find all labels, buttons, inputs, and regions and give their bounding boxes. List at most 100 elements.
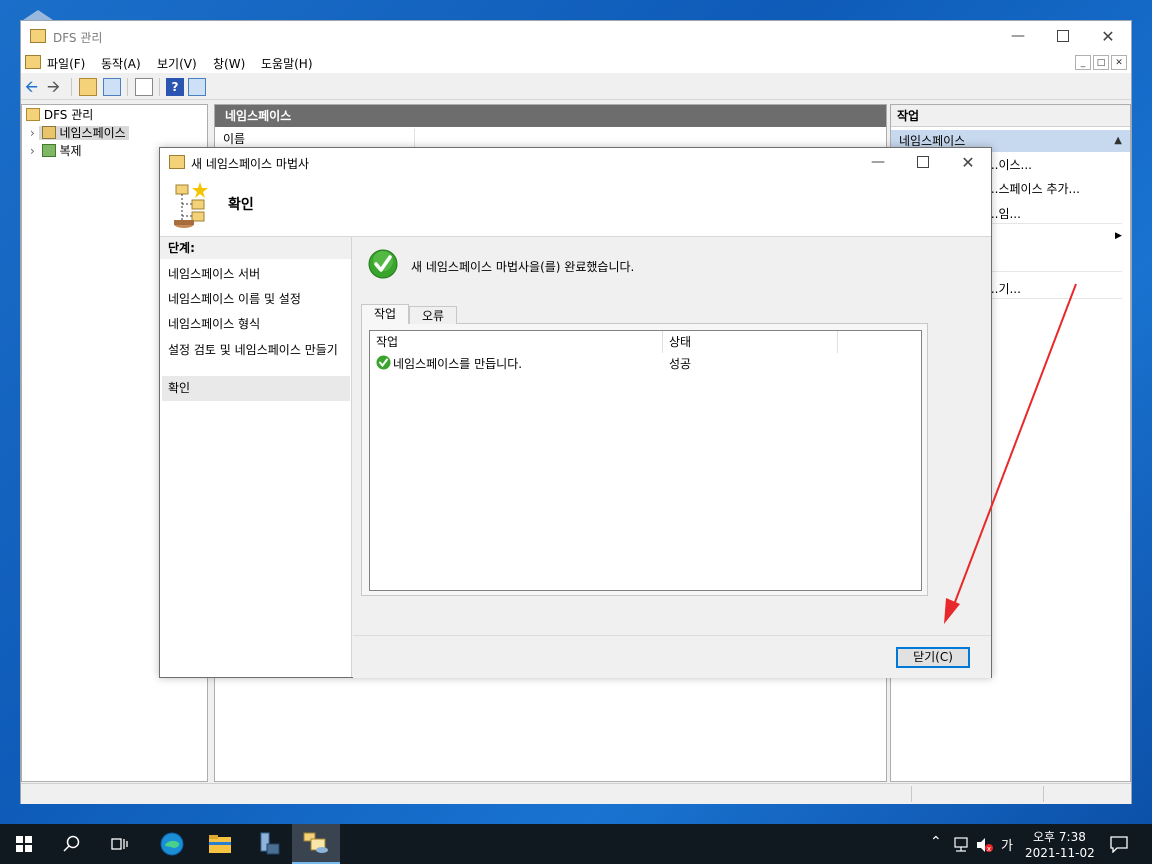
- window-titlebar: DFS 관리 — ✕: [21, 21, 1131, 51]
- action-item[interactable]: ...임...: [987, 205, 1021, 222]
- wizard-footer: 닫기(C): [353, 635, 991, 678]
- status-bar: [21, 783, 1131, 804]
- wizard-step: 설정 검토 및 네임스페이스 만들기: [168, 343, 338, 357]
- steps-header: 단계:: [168, 241, 195, 255]
- task-view-icon: [111, 838, 128, 850]
- menu-view[interactable]: 보기(V): [157, 55, 197, 72]
- namespace-wizard-icon: [174, 182, 208, 228]
- search-button[interactable]: [48, 824, 96, 864]
- clock-time[interactable]: 오후 7:38: [1033, 828, 1086, 845]
- svg-text:x: x: [987, 845, 991, 853]
- wizard-close-button[interactable]: ✕: [945, 148, 991, 176]
- column-header-status[interactable]: 상태: [663, 331, 838, 353]
- wizard-header: 확인: [160, 176, 991, 237]
- action-item[interactable]: ...이스...: [987, 156, 1032, 173]
- wizard-step-current: 확인: [168, 381, 191, 395]
- close-button[interactable]: ✕: [1085, 21, 1131, 51]
- forward-arrow-icon[interactable]: 🡪: [47, 78, 65, 96]
- chevron-right-icon[interactable]: ›: [30, 126, 35, 140]
- search-icon: [63, 835, 80, 852]
- tab-label: 작업: [373, 307, 397, 321]
- toolbar: 🡨 🡪 ?: [21, 74, 1131, 100]
- dfs-management-icon: [26, 108, 40, 121]
- menu-action[interactable]: 동작(A): [101, 55, 141, 72]
- wizard-steps-panel: 단계: 네임스페이스 서버 네임스페이스 이름 및 설정 네임스페이스 형식 설…: [160, 237, 352, 677]
- export-list-icon[interactable]: [135, 78, 153, 96]
- wizard-step: 네임스페이스 이름 및 설정: [168, 292, 301, 306]
- tree-item-namespaces[interactable]: › 네임스페이스: [30, 124, 129, 142]
- actions-section-label: 네임스페이스: [899, 134, 966, 148]
- status-cell: 성공: [669, 357, 692, 371]
- windows-logo-icon: [16, 836, 32, 852]
- show-hidden-icons[interactable]: ⌃: [930, 834, 942, 850]
- tree-item-label: 네임스페이스: [59, 126, 126, 140]
- network-icon[interactable]: [952, 837, 970, 853]
- column-header-label: 작업: [376, 335, 399, 349]
- results-header: 네임스페이스: [215, 105, 886, 127]
- namespace-icon: [41, 126, 56, 139]
- collapse-up-icon[interactable]: ▲: [1114, 130, 1122, 152]
- column-header-label: 상태: [669, 335, 692, 349]
- console-menu-icon[interactable]: [25, 55, 41, 69]
- mdi-minimize-button[interactable]: _: [1075, 55, 1091, 70]
- mdi-restore-button[interactable]: □: [1093, 55, 1109, 70]
- volume-muted-icon[interactable]: x: [976, 837, 994, 853]
- tree-root[interactable]: DFS 관리: [26, 106, 93, 124]
- edge-browser-icon: [160, 832, 184, 856]
- toolbar-separator: [159, 78, 160, 96]
- mdi-close-button[interactable]: ✕: [1111, 55, 1127, 70]
- toolbar-separator: [127, 78, 128, 96]
- task-view-button[interactable]: [96, 824, 144, 864]
- success-small-icon: [376, 355, 391, 370]
- dfs-app-icon: [30, 29, 46, 43]
- wizard-step: 네임스페이스 형식: [168, 317, 261, 331]
- maximize-button[interactable]: [1040, 21, 1086, 51]
- menu-bar: 파일(F) 동작(A) 보기(V) 창(W) 도움말(H) _ □ ✕: [21, 51, 1131, 73]
- menu-file[interactable]: 파일(F): [47, 55, 85, 72]
- taskbar-server-manager[interactable]: [244, 824, 292, 864]
- chevron-right-icon[interactable]: ›: [30, 144, 35, 158]
- actions-header: 작업: [891, 105, 1130, 127]
- action-item[interactable]: ...스페이스 추가...: [987, 180, 1080, 197]
- submenu-arrow-icon[interactable]: ▶: [1115, 231, 1122, 241]
- tab-errors[interactable]: 오류: [409, 306, 457, 324]
- wizard-minimize-button[interactable]: —: [855, 148, 901, 176]
- task-list[interactable]: 작업 상태 네임스페이스를 만듭니다. 성공: [369, 330, 922, 591]
- actions-divider: [987, 271, 1122, 272]
- back-arrow-icon[interactable]: 🡨: [25, 78, 43, 96]
- column-header-task[interactable]: 작업: [370, 331, 663, 353]
- tab-label: 오류: [421, 309, 445, 323]
- wizard-step: 네임스페이스 서버: [168, 267, 261, 281]
- tab-tasks[interactable]: 작업: [361, 304, 409, 324]
- show-hide-tree-icon[interactable]: [103, 78, 121, 96]
- show-action-pane-icon[interactable]: [188, 78, 206, 96]
- menu-window[interactable]: 창(W): [213, 55, 245, 72]
- ime-indicator[interactable]: 가: [1001, 835, 1013, 854]
- minimize-button[interactable]: —: [995, 21, 1041, 51]
- replication-icon: [41, 144, 56, 157]
- clock-date[interactable]: 2021-11-02: [1025, 846, 1095, 860]
- close-dialog-button[interactable]: 닫기(C): [896, 647, 970, 668]
- status-bar-divider: [911, 786, 912, 802]
- wizard-app-icon: [169, 155, 185, 169]
- menu-help[interactable]: 도움말(H): [261, 55, 313, 72]
- wizard-maximize-button[interactable]: [900, 148, 946, 176]
- new-namespace-wizard: 새 네임스페이스 마법사 — ✕ 확인 단계: 네임스페이스 서버 네임스페이스…: [159, 147, 992, 678]
- column-header-name[interactable]: 이름: [215, 129, 415, 149]
- wizard-content: 새 네임스페이스 마법사을(를) 완료했습니다. 작업 오류 작업 상태 네임스…: [353, 237, 991, 635]
- up-folder-icon[interactable]: [79, 78, 97, 96]
- close-dialog-label: 닫기(C): [913, 650, 953, 664]
- actions-divider: [987, 223, 1122, 224]
- table-row[interactable]: 네임스페이스를 만듭니다. 성공: [370, 353, 921, 371]
- window-title: DFS 관리: [53, 31, 103, 45]
- help-icon[interactable]: ?: [166, 78, 184, 96]
- notifications-icon[interactable]: [1110, 836, 1128, 853]
- task-cell: 네임스페이스를 만듭니다.: [393, 357, 523, 371]
- tree-item-replication[interactable]: › 복제: [30, 142, 85, 160]
- taskbar-file-explorer[interactable]: [196, 824, 244, 864]
- taskbar-edge[interactable]: [148, 824, 196, 864]
- server-manager-icon: [260, 832, 280, 855]
- status-bar-divider: [1043, 786, 1044, 802]
- taskbar-dfs-management[interactable]: [292, 824, 340, 864]
- start-button[interactable]: [0, 824, 48, 864]
